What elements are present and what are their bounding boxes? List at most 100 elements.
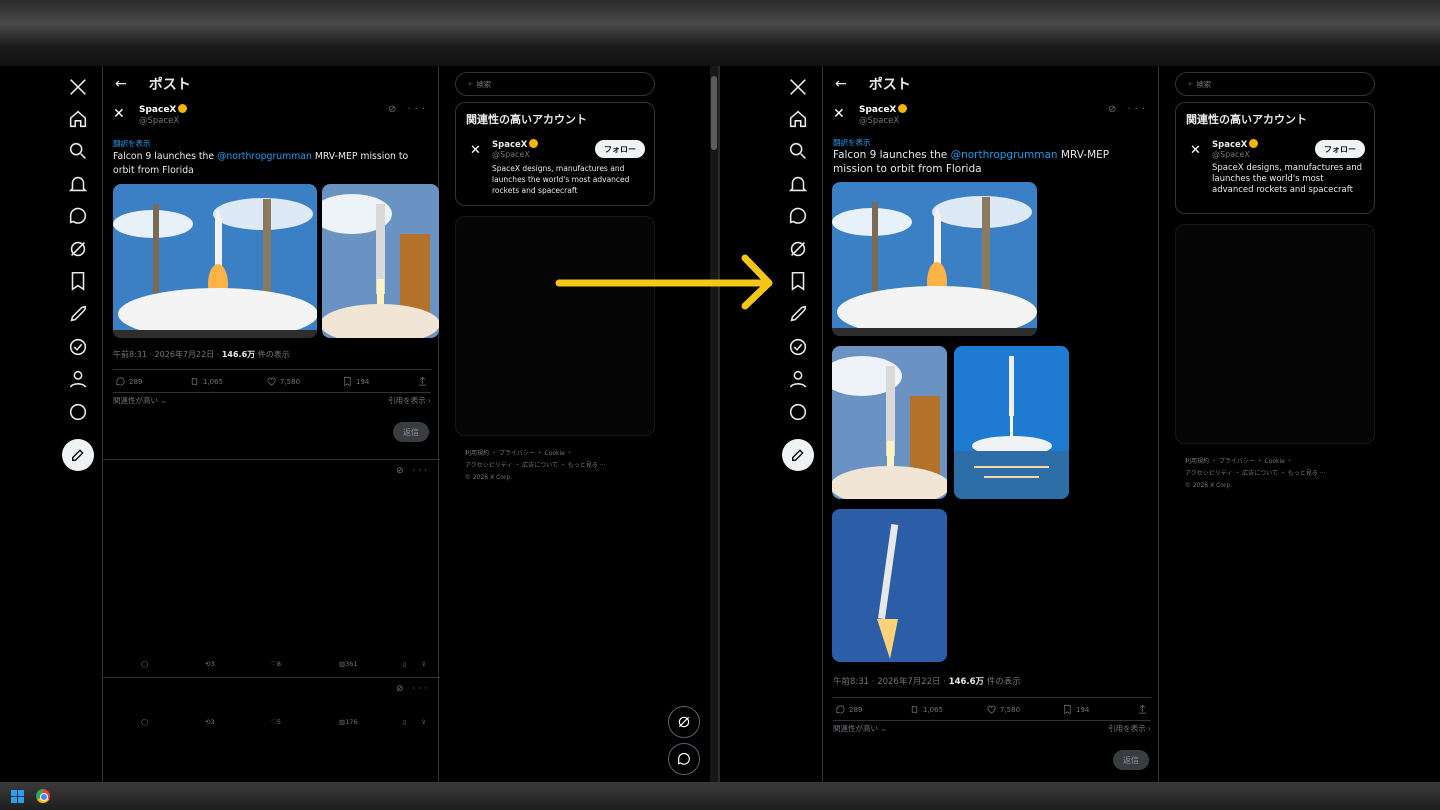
- reply-button[interactable]: 返信: [1113, 750, 1149, 770]
- x-logo-icon[interactable]: [785, 74, 811, 100]
- profile-icon[interactable]: [65, 366, 91, 392]
- search-input[interactable]: ⌕ 検索: [455, 72, 655, 96]
- search-icon[interactable]: [785, 138, 811, 164]
- trends-card-blurred: [1175, 224, 1375, 444]
- reply-1-like[interactable]: ♡ 8: [271, 660, 281, 668]
- post-column: ← ポスト ✕ SpaceX @SpaceX ⊘ ··· 翻訳を表示 Falco…: [102, 66, 440, 782]
- message-icon[interactable]: [785, 203, 811, 229]
- launch-photo-1[interactable]: [832, 182, 1037, 336]
- more-icon[interactable]: [65, 399, 91, 425]
- search-icon[interactable]: [65, 138, 91, 164]
- reply-1-repost[interactable]: ⟲ 3: [205, 660, 215, 668]
- launch-photo-2[interactable]: [832, 346, 947, 499]
- reply-sort-row: 関連性が高い ⌄ 引用を表示 ›: [833, 723, 1151, 734]
- reply-post-1[interactable]: ⊘ ··· ◯ ⟲ 3 ♡ 8 ▥ 361 ▯ ⇪: [103, 459, 440, 677]
- mention-link[interactable]: @northropgrumman: [951, 149, 1058, 161]
- rocket-icon[interactable]: [65, 301, 91, 327]
- bookmark-icon[interactable]: [65, 268, 91, 294]
- view-quotes-link[interactable]: 引用を表示 ›: [388, 395, 431, 406]
- reply-2-repost[interactable]: ⟲ 3: [205, 718, 215, 726]
- footer-links: 利用規約 ・ プライバシー ・ Cookie ・ アクセシビリティ ・ 広告につ…: [455, 448, 655, 484]
- grok-icon[interactable]: [65, 236, 91, 262]
- x-logo-icon[interactable]: [65, 74, 91, 100]
- translate-link[interactable]: 翻訳を表示: [833, 137, 871, 148]
- reply-1-reply-icon[interactable]: ◯: [141, 660, 148, 668]
- taskbar: [0, 782, 1440, 810]
- footer-line-2[interactable]: アクセシビリティ ・ 広告について ・ もっと見る ···: [465, 460, 655, 472]
- chrome-icon[interactable]: [36, 789, 50, 803]
- share-icon[interactable]: [417, 376, 428, 387]
- search-input[interactable]: ⌕ 検索: [1175, 72, 1375, 96]
- repost-action[interactable]: 1,065: [189, 376, 223, 387]
- launch-photo-1[interactable]: [113, 184, 317, 338]
- reply-2-like[interactable]: ♡ 5: [271, 718, 281, 726]
- reply-2-bookmark-icon[interactable]: ▯: [403, 718, 407, 726]
- launch-photo-3[interactable]: [954, 346, 1069, 499]
- bell-icon[interactable]: [65, 171, 91, 197]
- grok-icon[interactable]: [785, 236, 811, 262]
- home-icon[interactable]: [65, 106, 91, 132]
- related-name[interactable]: SpaceX: [1212, 140, 1247, 150]
- launch-photo-2[interactable]: [322, 184, 439, 338]
- reply-more-icon[interactable]: ⊘ ···: [396, 466, 430, 476]
- post-text-part: Falcon 9 launches the: [113, 151, 218, 162]
- post-author[interactable]: ✕ SpaceX @SpaceX ⊘ ···: [833, 102, 1151, 128]
- footer-line-1[interactable]: 利用規約 ・ プライバシー ・ Cookie ・: [465, 448, 655, 460]
- home-icon[interactable]: [785, 106, 811, 132]
- compose-button[interactable]: [782, 439, 814, 471]
- profile-icon[interactable]: [785, 366, 811, 392]
- rocket-icon[interactable]: [785, 301, 811, 327]
- footer-line-1[interactable]: 利用規約 ・ プライバシー ・ Cookie ・: [1185, 456, 1375, 468]
- share-icon[interactable]: [1137, 704, 1148, 715]
- bookmark-action[interactable]: 194: [1062, 704, 1089, 715]
- post-time: 午前8:31 · 2026年7月22日 ·: [833, 677, 949, 687]
- back-button[interactable]: ←: [835, 76, 847, 92]
- reply-count: 289: [849, 705, 863, 714]
- more-icon[interactable]: [785, 399, 811, 425]
- reply-action[interactable]: 289: [115, 376, 142, 387]
- verified-icon[interactable]: [65, 334, 91, 360]
- compose-button[interactable]: [62, 439, 94, 471]
- launch-photo-4[interactable]: [832, 509, 947, 662]
- grok-fab-icon[interactable]: [668, 706, 700, 738]
- relevance-dropdown[interactable]: 関連性が高い: [113, 396, 158, 405]
- bookmark-icon[interactable]: [785, 268, 811, 294]
- follow-button[interactable]: フォロー: [595, 140, 645, 158]
- reply-action[interactable]: 289: [835, 704, 862, 715]
- bell-icon[interactable]: [785, 171, 811, 197]
- back-button[interactable]: ←: [115, 76, 127, 92]
- reply-2-views[interactable]: ▥ 176: [339, 718, 358, 726]
- post-author[interactable]: ✕ SpaceX @SpaceX ⊘ ···: [113, 102, 431, 128]
- reply-post-2[interactable]: ⊘ ··· ◯ ⟲ 3 ♡ 5 ▥ 176 ▯ ⇪: [103, 677, 440, 735]
- related-name[interactable]: SpaceX: [492, 140, 527, 150]
- relevance-dropdown[interactable]: 関連性が高い: [833, 724, 878, 733]
- verified-icon[interactable]: [785, 334, 811, 360]
- like-count: 7,580: [1000, 705, 1021, 714]
- reply-button[interactable]: 返信: [393, 422, 429, 442]
- view-quotes-link[interactable]: 引用を表示 ›: [1108, 723, 1151, 734]
- post-more-icon[interactable]: ⊘ ···: [388, 104, 429, 115]
- message-icon[interactable]: [65, 203, 91, 229]
- reply-2-share-icon[interactable]: ⇪: [421, 718, 426, 726]
- reply-1-share-icon[interactable]: ⇪: [421, 660, 426, 668]
- mention-link[interactable]: @northropgrumman: [217, 151, 312, 162]
- reply-1-repost-count: 3: [210, 660, 215, 668]
- reply-1-bookmark-icon[interactable]: ▯: [403, 660, 407, 668]
- like-action[interactable]: 7,580: [266, 376, 300, 387]
- messages-fab-icon[interactable]: [668, 743, 700, 775]
- scrollbar[interactable]: [710, 66, 718, 782]
- follow-button[interactable]: フォロー: [1315, 140, 1365, 158]
- post-more-icon[interactable]: ⊘ ···: [1108, 104, 1149, 115]
- footer-line-2[interactable]: アクセシビリティ ・ 広告について ・ もっと見る ···: [1185, 468, 1375, 480]
- reply-more-icon[interactable]: ⊘ ···: [396, 684, 430, 694]
- like-action[interactable]: 7,580: [986, 704, 1020, 715]
- translate-link[interactable]: 翻訳を表示: [113, 138, 151, 149]
- repost-action[interactable]: 1,065: [909, 704, 943, 715]
- scrollbar-thumb[interactable]: [711, 76, 717, 150]
- quotes-label: 引用を表示: [1108, 724, 1146, 733]
- reply-1-views[interactable]: ▥ 361: [339, 660, 358, 668]
- related-accounts-card: 関連性の高いアカウント ✕ SpaceX @SpaceX フォロー SpaceX…: [455, 102, 655, 206]
- reply-2-reply-icon[interactable]: ◯: [141, 718, 148, 726]
- bookmark-action[interactable]: 194: [342, 376, 369, 387]
- windows-start-icon[interactable]: [11, 790, 24, 803]
